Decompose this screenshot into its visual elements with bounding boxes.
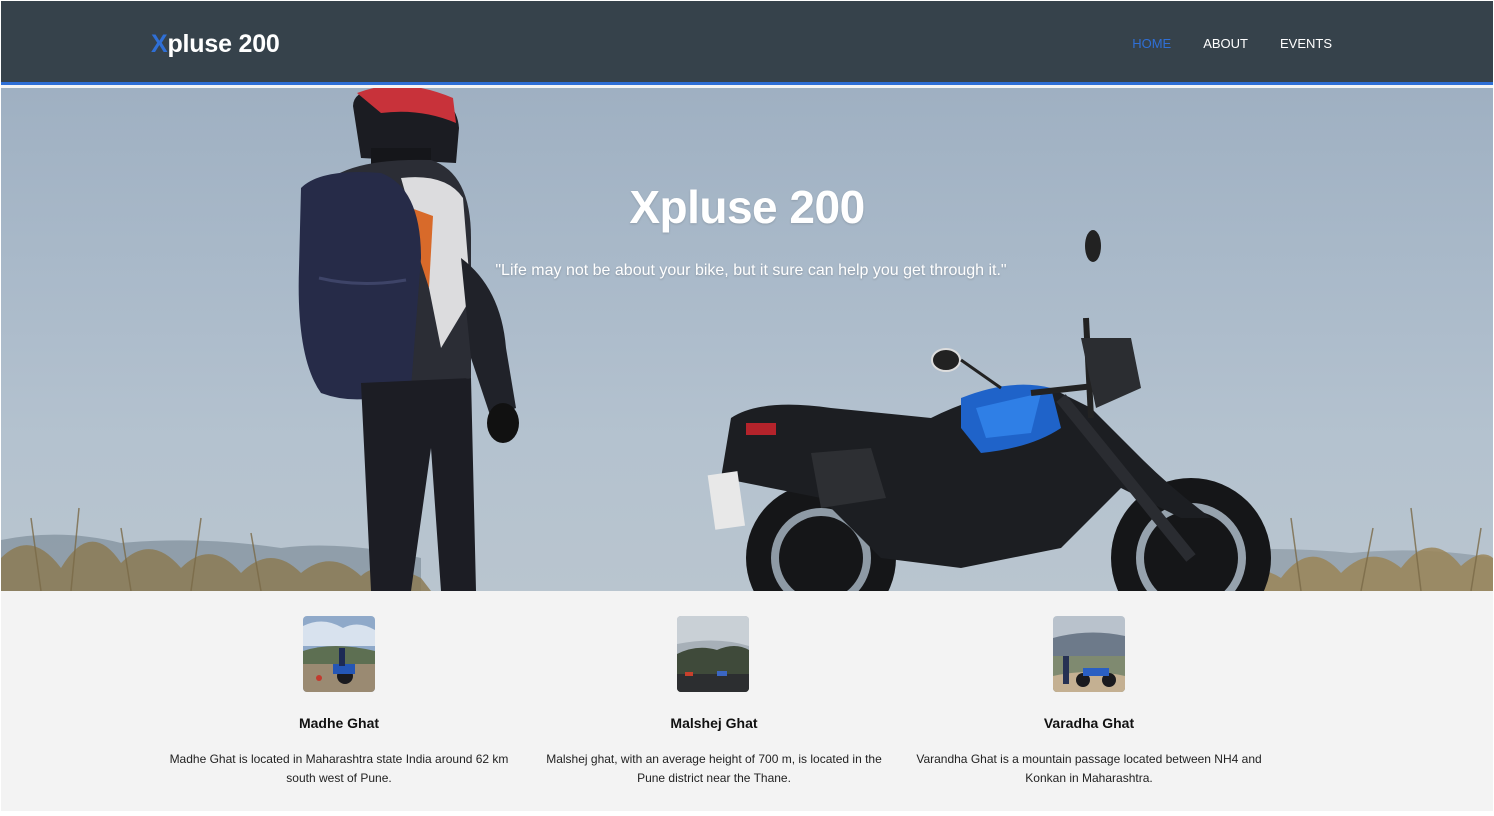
nav-link-about[interactable]: ABOUT	[1203, 36, 1248, 51]
motorcycle	[707, 230, 1271, 591]
brand-initial: X	[151, 30, 168, 58]
hero-banner: Xpluse 200 "Life may not be about your b…	[1, 88, 1493, 591]
nav-link-home[interactable]: HOME	[1132, 36, 1171, 51]
card-description: Madhe Ghat is located in Maharashtra sta…	[169, 752, 509, 785]
nav-link-events[interactable]: EVENTS	[1280, 36, 1332, 51]
card-description: Malshej ghat, with an average height of …	[546, 752, 882, 785]
navbar: Xpluse 200 HOME ABOUT EVENTS	[1, 1, 1493, 85]
rider-figure	[298, 88, 519, 591]
hero-photo	[1, 88, 1493, 591]
card-thumbnail-malshej[interactable]	[677, 616, 749, 692]
card-thumbnail-varadha[interactable]	[1053, 616, 1125, 692]
hero-quote: "Life may not be about your bike, but it…	[495, 262, 1007, 279]
card-title: Malshej Ghat	[670, 715, 758, 731]
brand-name: pluse 200	[167, 30, 280, 58]
main-nav: HOME ABOUT EVENTS	[1100, 36, 1332, 51]
card-description: Varandha Ghat is a mountain passage loca…	[916, 752, 1262, 785]
card-thumbnail-madhe[interactable]	[303, 616, 375, 692]
brand-logo[interactable]: Xpluse 200	[151, 30, 280, 59]
card-title: Varadha Ghat	[1043, 715, 1135, 731]
card-title: Madhe Ghat	[298, 715, 380, 731]
hero-title: Xpluse 200	[629, 181, 865, 233]
ghat-cards: Madhe Ghat Madhe Ghat is located in Maha…	[1, 591, 1493, 811]
page-frame: Xpluse 200 HOME ABOUT EVENTS Xpluse 200 …	[1, 1, 1493, 811]
